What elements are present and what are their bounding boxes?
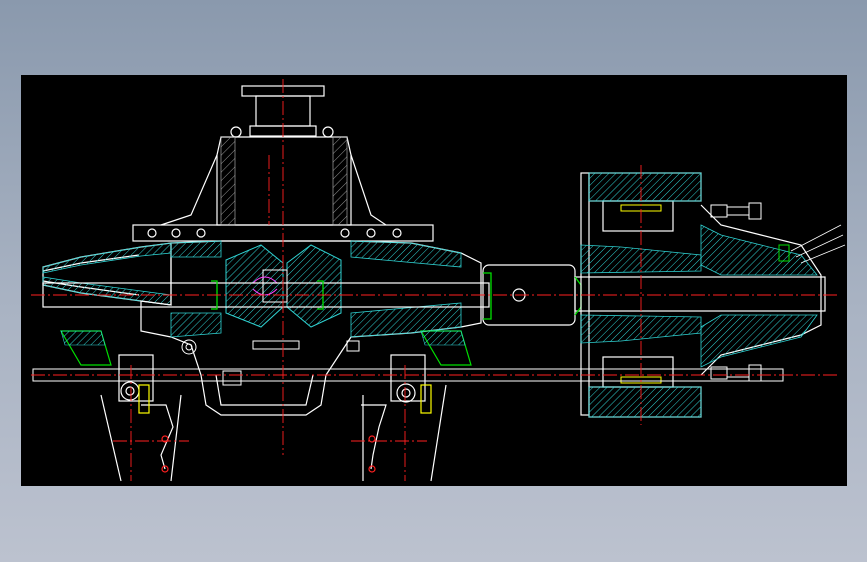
housing-bolts	[181, 339, 360, 386]
axle-housing-left-hatch	[42, 242, 172, 306]
spring-bracket-center	[361, 354, 447, 482]
carrier-bearing-hatch	[220, 136, 348, 226]
differential-gears	[225, 244, 342, 328]
drive-axle-section-drawing	[31, 79, 846, 482]
centerlines	[31, 79, 837, 481]
spring-bracket-left	[100, 354, 182, 482]
cad-drawing-viewport[interactable]	[21, 75, 847, 486]
